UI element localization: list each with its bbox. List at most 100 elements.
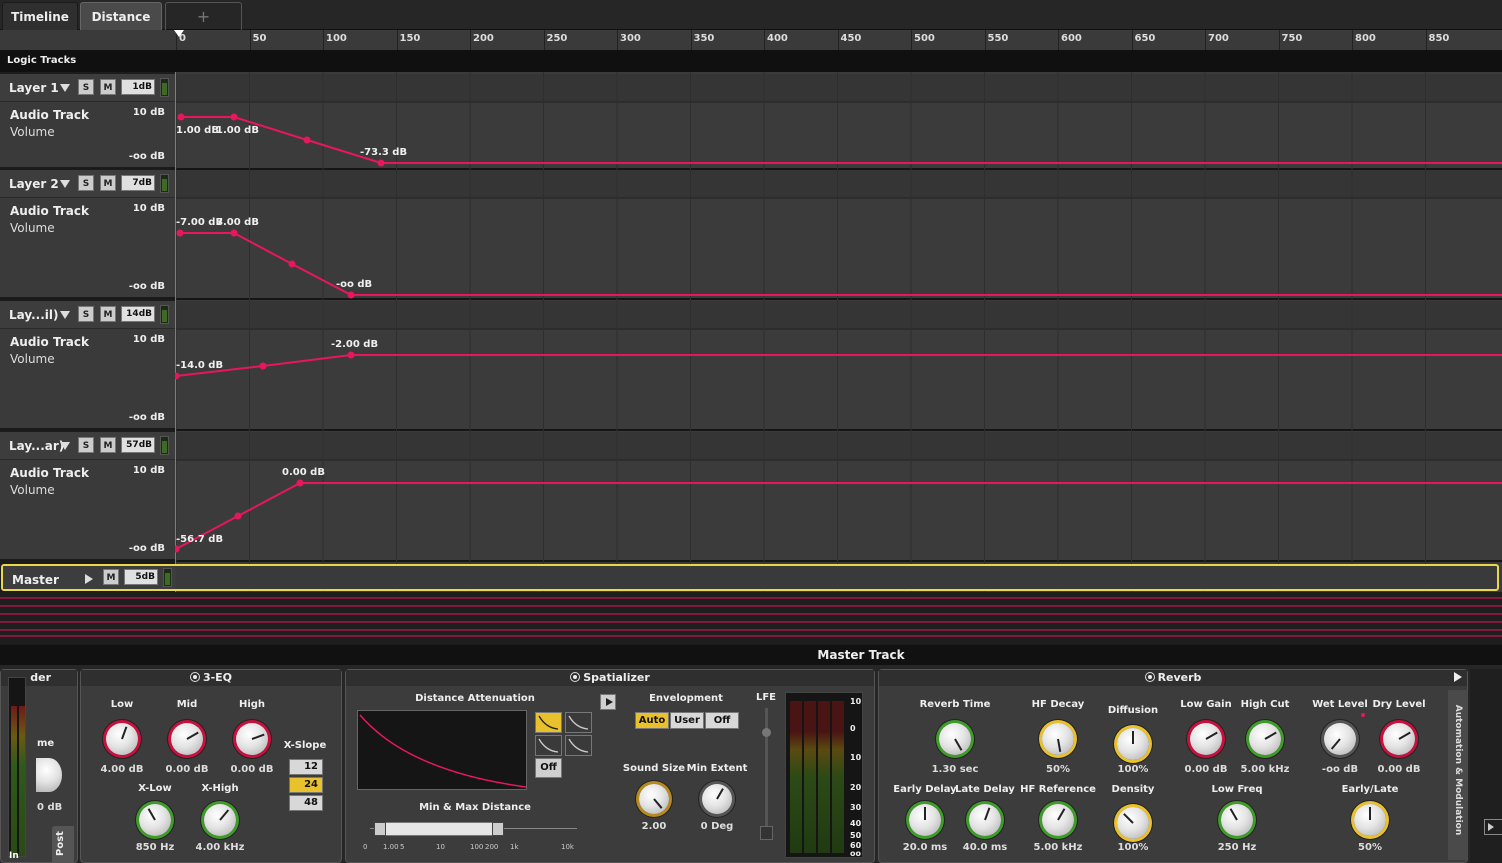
volume-fader[interactable]: 5dB: [124, 569, 158, 585]
meter-scale-label: 20: [850, 783, 862, 792]
sound-size-knob[interactable]: [639, 784, 669, 814]
automation-curves[interactable]: 1.00 dB1.00 dB-73.3 dB-7.00 dB7.00 dB-oo…: [172, 72, 1502, 592]
eq-knob-mid[interactable]: [171, 723, 203, 755]
eq-power-icon[interactable]: [189, 672, 200, 682]
xslope-button-12[interactable]: 12: [289, 759, 323, 775]
point-value-label: -56.7 dB: [176, 534, 223, 545]
min-handle[interactable]: [374, 822, 386, 836]
track-name: Audio Track: [10, 466, 89, 480]
collapse-arrow-icon[interactable]: [60, 311, 70, 319]
volume-fader[interactable]: 57dB: [121, 437, 155, 453]
min-extent-knob[interactable]: [702, 784, 732, 814]
mute-button[interactable]: M: [100, 79, 116, 95]
attenuation-curve-display[interactable]: [357, 710, 527, 790]
automation-track-header[interactable]: Audio Track Volume 10 dB -oo dB: [0, 329, 175, 430]
reverb-knob-wetlevel[interactable]: [1324, 723, 1356, 755]
envelopment-auto-button[interactable]: Auto: [635, 712, 669, 729]
volume-value: 0 dB: [37, 802, 63, 813]
lfe-button[interactable]: [760, 826, 773, 840]
reverb-knob-hfdecay[interactable]: [1042, 723, 1074, 755]
layer-header[interactable]: Lay...ar) S M 57dB: [0, 432, 175, 460]
lfe-handle[interactable]: [762, 728, 771, 737]
level-meter: [160, 305, 169, 324]
automation-modulation-tab[interactable]: Automation & Modulation: [1448, 690, 1468, 860]
reverb-knob-earlydelay[interactable]: [909, 804, 941, 836]
playhead-marker-icon[interactable]: [174, 30, 184, 37]
automation-track-header[interactable]: Audio Track Volume 10 dB -oo dB: [0, 460, 175, 561]
reverb-knob-drylevel[interactable]: [1383, 723, 1415, 755]
eq-knob-low[interactable]: [106, 723, 138, 755]
reverb-knob-reverbtime[interactable]: [939, 723, 971, 755]
tab-distance[interactable]: Distance: [80, 2, 162, 30]
curve-shape-button[interactable]: [535, 735, 562, 756]
spatializer-panel-header: Spatializer: [346, 670, 874, 686]
ruler-tick: [1205, 30, 1206, 50]
solo-button[interactable]: S: [78, 79, 94, 95]
curve-shape-button[interactable]: [535, 712, 562, 733]
max-handle[interactable]: [492, 822, 504, 836]
tab-timeline[interactable]: Timeline: [2, 2, 78, 30]
reverb-knob-diffusion[interactable]: [1117, 728, 1149, 760]
reverb-power-icon[interactable]: [1144, 672, 1155, 682]
distance-ruler[interactable]: 0 50 100 150 200 250 300 350 400 450 500 550 600 650 7…: [0, 30, 1502, 50]
eq-knob-xlow[interactable]: [139, 804, 171, 836]
layer-header[interactable]: Layer 2 S M 7dB: [0, 170, 175, 198]
xslope-button-24[interactable]: 24: [289, 777, 323, 793]
envelopment-user-button[interactable]: User: [670, 712, 704, 729]
add-tab-button[interactable]: +: [165, 2, 242, 30]
knob-indicator: [1057, 808, 1066, 821]
reverb-knob-label: High Cut: [1240, 699, 1290, 710]
distance-scale-label: 10k: [561, 843, 574, 851]
automation-timeline[interactable]: 1.00 dB 1.00 dB -73.3 dB -7.00 dB 7.00 dB -oo…: [172, 72, 1502, 592]
curve-shape-button[interactable]: [565, 712, 592, 733]
mute-button[interactable]: M: [100, 175, 116, 191]
ruler-tick: [837, 30, 839, 50]
reverb-knob-highcut[interactable]: [1249, 723, 1281, 755]
curve-shape-button[interactable]: [565, 735, 592, 756]
solo-button[interactable]: S: [78, 437, 94, 453]
automation-curve: [175, 354, 1502, 377]
mute-button[interactable]: M: [100, 437, 116, 453]
layer-header[interactable]: Layer 1 S M 1dB: [0, 74, 175, 102]
expand-arrow-icon[interactable]: [85, 574, 93, 584]
reverb-knob-lowfreq[interactable]: [1221, 804, 1253, 836]
eq-knob-xhigh[interactable]: [204, 804, 236, 836]
overview-strip[interactable]: [0, 592, 1502, 644]
eq-knob-label: X-High: [201, 783, 239, 794]
mute-button[interactable]: M: [103, 569, 119, 585]
post-tab[interactable]: Post: [52, 826, 74, 863]
reverb-knob-latedelay[interactable]: [969, 804, 1001, 836]
play-button[interactable]: [600, 694, 616, 710]
curve-off-button[interactable]: Off: [535, 758, 562, 778]
volume-label: me: [37, 738, 55, 749]
collapse-arrow-icon[interactable]: [60, 180, 70, 188]
volume-fader[interactable]: 7dB: [121, 175, 155, 191]
reverb-knob-lowgain[interactable]: [1190, 723, 1222, 755]
volume-knob[interactable]: [36, 758, 62, 792]
collapse-arrow-icon[interactable]: [60, 84, 70, 92]
solo-button[interactable]: S: [78, 306, 94, 322]
collapse-arrow-icon[interactable]: [60, 442, 70, 450]
ruler-tick: [396, 30, 398, 50]
reverb-knob-density[interactable]: [1117, 807, 1149, 839]
envelopment-off-button[interactable]: Off: [705, 712, 739, 729]
meter-bar: [804, 701, 816, 853]
master-track-row[interactable]: Master M 5dB: [1, 564, 1499, 591]
mute-button[interactable]: M: [100, 306, 116, 322]
min-max-distance-slider[interactable]: [370, 820, 577, 838]
solo-button[interactable]: S: [78, 175, 94, 191]
reverb-knob-hfreference[interactable]: [1042, 804, 1074, 836]
reverb-knob-earlylate[interactable]: [1354, 804, 1386, 836]
volume-fader[interactable]: 14dB: [121, 306, 155, 322]
automation-track-header[interactable]: Audio Track Volume 10 dB -oo dB: [0, 198, 175, 299]
layer-header[interactable]: Lay...il) S M 14dB: [0, 301, 175, 329]
xslope-button-48[interactable]: 48: [289, 795, 323, 811]
eq-knob-high[interactable]: [236, 723, 268, 755]
spatializer-power-icon[interactable]: [570, 672, 581, 682]
reverb-knob-value: 50%: [1046, 764, 1070, 775]
volume-fader[interactable]: 1dB: [121, 79, 155, 95]
range-min: -oo dB: [128, 412, 165, 423]
automation-track-header[interactable]: Audio Track Volume 10 dB -oo dB: [0, 102, 175, 169]
reverb-expand-icon[interactable]: [1454, 672, 1462, 682]
lfe-slider[interactable]: [762, 708, 771, 838]
